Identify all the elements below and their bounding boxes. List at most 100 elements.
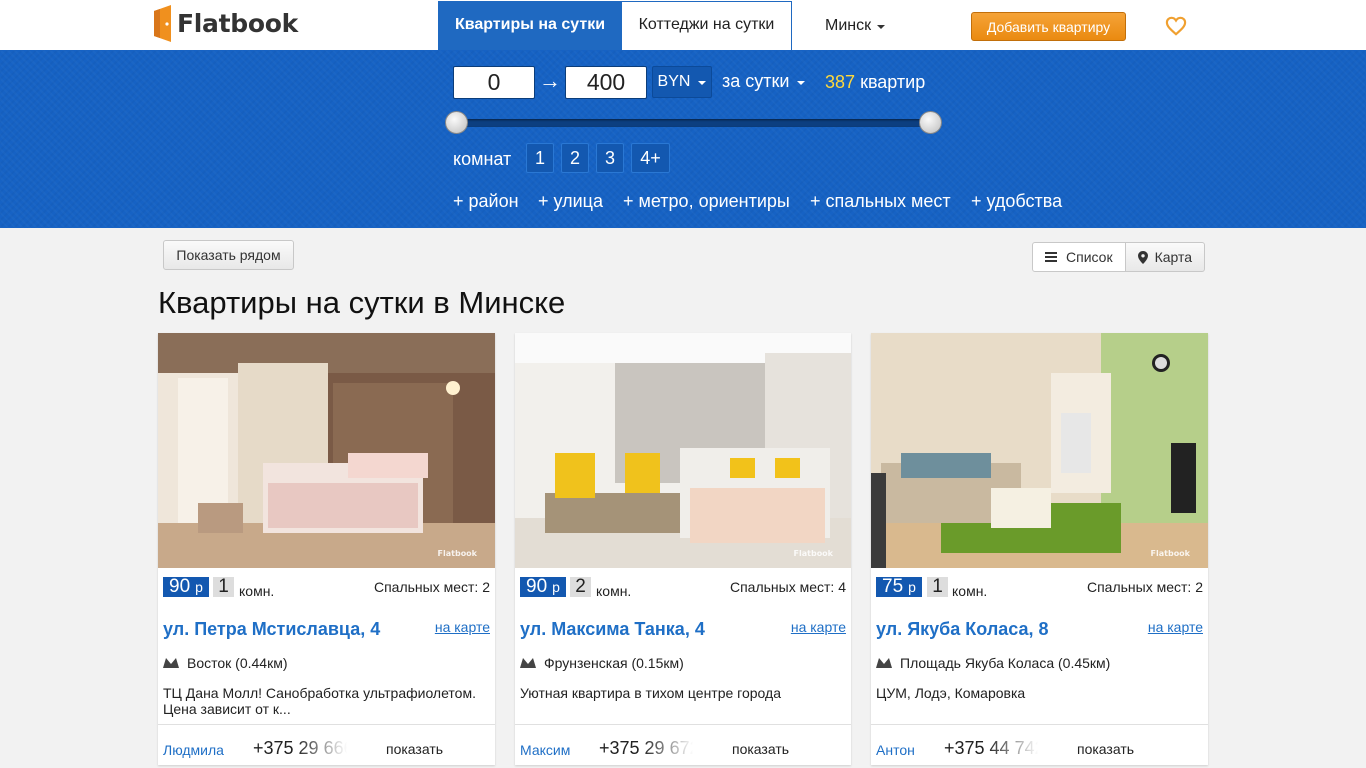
show-phone-button[interactable]: показать [732,741,789,757]
filter-district-link[interactable]: + район [453,191,519,212]
logo[interactable]: Flatbook [154,4,298,42]
add-apartment-button[interactable]: Добавить квартиру [971,12,1126,41]
show-phone-button[interactable]: показать [386,741,443,757]
rooms-badge: 2 [570,576,591,597]
map-view-button[interactable]: Карта [1125,242,1206,272]
rooms-button-4plus[interactable]: 4+ [631,143,670,173]
card-contact: Людмила +375 29 666 показать [158,724,495,765]
list-view-label: Список [1066,249,1113,265]
metro-icon [520,658,536,668]
price-value: 75 [882,576,904,597]
price-badge: 90 р [163,577,209,597]
card-contact: Максим +375 29 672 показать [515,724,851,765]
period-dropdown[interactable]: за сутки [722,71,806,92]
listing-description: ТЦ Дана Молл! Санобработка ультрафиолето… [163,685,476,717]
listing-card[interactable]: Flatbook 90 р 2 комн. Спальных мест: 4 у… [515,333,851,765]
search-filter-panel: 0 → 400 BYN за сутки 387 квартир комнат … [0,50,1366,228]
results-count-label: квартир [860,72,926,92]
listing-address-link[interactable]: ул. Максима Танка, 4 [520,619,705,640]
price-value: 90 [169,576,191,597]
chevron-down-icon [877,25,886,29]
price-badge: 75 р [876,577,922,597]
price-slider-min-handle[interactable] [445,111,468,134]
price-slider-track[interactable] [456,119,930,127]
rooms-label: комнат [453,149,512,169]
listing-card[interactable]: Flatbook 90 р 1 комн. Спальных мест: 2 у… [158,333,495,765]
rooms-button-3[interactable]: 3 [596,143,624,173]
listing-photo[interactable]: Flatbook [158,333,495,568]
show-nearby-button[interactable]: Показать рядом [163,240,294,270]
top-navbar: Flatbook Квартиры на сутки Коттеджи на с… [0,0,1366,50]
heart-icon[interactable] [1165,16,1187,36]
listing-card[interactable]: Flatbook 75 р 1 комн. Спальных мест: 2 у… [871,333,1208,765]
bedroom-photo-image [515,333,851,568]
map-view-label: Карта [1154,249,1193,265]
rooms-button-2[interactable]: 2 [561,143,589,173]
metro-info: Площадь Якуба Коласа (0.45км) [876,655,1110,671]
price-badge: 90 р [520,577,566,597]
metro-info: Фрунзенская (0.15км) [520,655,684,671]
bedroom-photo-image [158,333,495,568]
show-phone-button[interactable]: показать [1077,741,1134,757]
listing-address-link[interactable]: ул. Петра Мстиславца, 4 [163,619,380,640]
chevron-down-icon [797,80,806,85]
filter-street-link[interactable]: + улица [538,191,603,212]
listing-photo[interactable]: Flatbook [515,333,851,568]
list-icon [1045,252,1057,262]
filter-amenities-link[interactable]: + удобства [971,191,1062,212]
card-contact: Антон +375 44 742 показать [871,724,1208,765]
results-count-number: 387 [825,72,856,92]
photo-watermark: Flatbook [793,549,833,558]
view-toggle: Список Карта [1032,242,1206,272]
city-dropdown[interactable]: Минск [825,17,886,35]
photo-watermark: Flatbook [1150,549,1190,558]
price-unit: р [908,579,916,595]
filter-metro-link[interactable]: + метро, ориентиры [623,191,790,212]
show-on-map-link[interactable]: на карте [435,619,490,635]
metro-icon [163,658,179,668]
door-logo-icon [154,4,171,42]
listing-photo[interactable]: Flatbook [871,333,1208,568]
price-from-input[interactable]: 0 [453,66,535,99]
page-title: Квартиры на сутки в Минске [158,285,566,320]
map-pin-icon [1137,250,1148,264]
price-unit: р [195,579,203,595]
metro-info: Восток (0.44км) [163,655,288,671]
metro-label: Площадь Якуба Коласа (0.45км) [900,655,1111,671]
logo-text: Flatbook [177,8,298,38]
living-room-photo-image [871,333,1208,568]
listing-address-link[interactable]: ул. Якуба Коласа, 8 [876,619,1049,640]
listing-description: Уютная квартира в тихом центре города [520,685,781,701]
price-value: 90 [526,576,548,597]
show-on-map-link[interactable]: на карте [791,619,846,635]
period-label: за сутки [722,71,790,91]
city-label: Минск [825,17,872,34]
beds-count: Спальных мест: 4 [729,579,846,595]
show-on-map-link[interactable]: на карте [1148,619,1203,635]
price-slider-max-handle[interactable] [919,111,942,134]
price-to-input[interactable]: 400 [565,66,647,99]
currency-dropdown[interactable]: BYN [652,66,712,98]
rooms-unit: комн. [596,583,632,599]
owner-name-link[interactable]: Антон [876,742,915,758]
currency-label: BYN [657,73,691,90]
price-unit: р [552,579,560,595]
phone-number: +375 44 742 [944,738,1040,758]
tab-apartments[interactable]: Квартиры на сутки [438,1,622,50]
metro-label: Фрунзенская (0.15км) [544,655,684,671]
owner-name-link[interactable]: Людмила [163,742,224,758]
photo-watermark: Flatbook [437,549,477,558]
phone-number: +375 29 672 [599,738,695,758]
range-arrow: → [539,68,561,93]
rooms-button-1[interactable]: 1 [526,143,554,173]
phone-number: +375 29 666 [253,738,349,758]
rooms-unit: комн. [952,583,988,599]
owner-name-link[interactable]: Максим [520,742,570,758]
results-count: 387 квартир [825,72,925,93]
filter-beds-link[interactable]: + спальных мест [810,191,951,212]
beds-count: Спальных мест: 2 [1086,579,1203,595]
rooms-badge: 1 [213,576,234,597]
list-view-button[interactable]: Список [1032,242,1126,272]
tab-cottages[interactable]: Коттеджи на сутки [621,1,792,50]
metro-icon [876,658,892,668]
